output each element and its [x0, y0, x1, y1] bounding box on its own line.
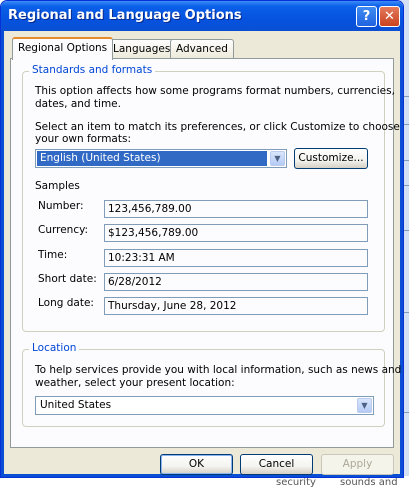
cancel-button[interactable]: Cancel [240, 454, 313, 475]
sample-value-text: Thursday, June 28, 2012 [108, 300, 237, 312]
standards-description: dates, and time. [35, 98, 121, 110]
select-instructions: your own formats: [35, 133, 131, 145]
chevron-down-icon[interactable]: ▼ [270, 151, 285, 166]
window-title: Regional and Language Options [8, 8, 242, 23]
standards-description: This option affects how some programs fo… [35, 85, 395, 97]
format-selected-value: English (United States) [37, 151, 267, 166]
sample-value-text: 10:23:31 AM [108, 252, 175, 264]
tab-advanced[interactable]: Advanced [170, 39, 234, 59]
close-icon: ✕ [384, 9, 395, 24]
format-dropdown[interactable]: English (United States) ▼ [35, 149, 287, 168]
location-description: weather, select your present location: [35, 377, 235, 389]
sample-value-text: $123,456,789.00 [108, 227, 199, 239]
close-button[interactable]: ✕ [379, 6, 400, 27]
tab-label: Regional Options [18, 42, 108, 54]
sample-time-value: 10:23:31 AM [104, 249, 368, 267]
sample-currency-label: Currency: [38, 224, 89, 236]
window-frame-left [1, 31, 4, 477]
customize-label: Customize... [298, 152, 364, 164]
tab-regional-options[interactable]: Regional Options [12, 37, 114, 60]
apply-button[interactable]: Apply [321, 454, 394, 475]
apply-label: Apply [342, 458, 373, 470]
ok-label: OK [188, 458, 205, 470]
group-label: Standards and formats [29, 64, 156, 76]
select-instructions: Select an item to match its preferences,… [35, 121, 400, 133]
chevron-down-icon[interactable]: ▼ [357, 398, 372, 413]
sample-long-date-value: Thursday, June 28, 2012 [104, 297, 368, 315]
background-text-security: security [276, 477, 316, 488]
location-dropdown[interactable]: United States ▼ [35, 396, 374, 415]
sample-short-date-label: Short date: [38, 273, 97, 285]
sample-value-text: 6/28/2012 [108, 276, 162, 288]
sample-number-label: Number: [38, 200, 84, 212]
sample-currency-value: $123,456,789.00 [104, 224, 368, 242]
group-label: Location [29, 342, 80, 354]
window-frame-right [400, 31, 403, 477]
tab-panel-regional-options: Standards and formats This option affect… [10, 58, 401, 448]
cancel-label: Cancel [258, 458, 295, 470]
background-text-sounds: sounds and [340, 477, 398, 488]
location-selected-value: United States [40, 399, 112, 411]
sample-value-text: 123,456,789.00 [108, 203, 192, 215]
title-bar[interactable]: Regional and Language Options ? ✕ [1, 1, 403, 31]
sample-time-label: Time: [38, 249, 68, 261]
sample-number-value: 123,456,789.00 [104, 200, 368, 218]
help-icon: ? [362, 9, 371, 24]
tab-languages[interactable]: Languages [107, 39, 177, 59]
tab-label: Languages [113, 43, 171, 55]
samples-label: Samples [35, 180, 80, 192]
sample-short-date-value: 6/28/2012 [104, 273, 368, 291]
customize-button[interactable]: Customize... [294, 148, 368, 169]
ok-button[interactable]: OK [160, 454, 233, 475]
location-description: To help services provide you with local … [35, 364, 402, 376]
help-button[interactable]: ? [356, 6, 377, 27]
regional-language-dialog: Regional and Language Options ? ✕ Region… [0, 0, 404, 478]
tab-label: Advanced [176, 43, 228, 55]
sample-long-date-label: Long date: [38, 297, 94, 309]
